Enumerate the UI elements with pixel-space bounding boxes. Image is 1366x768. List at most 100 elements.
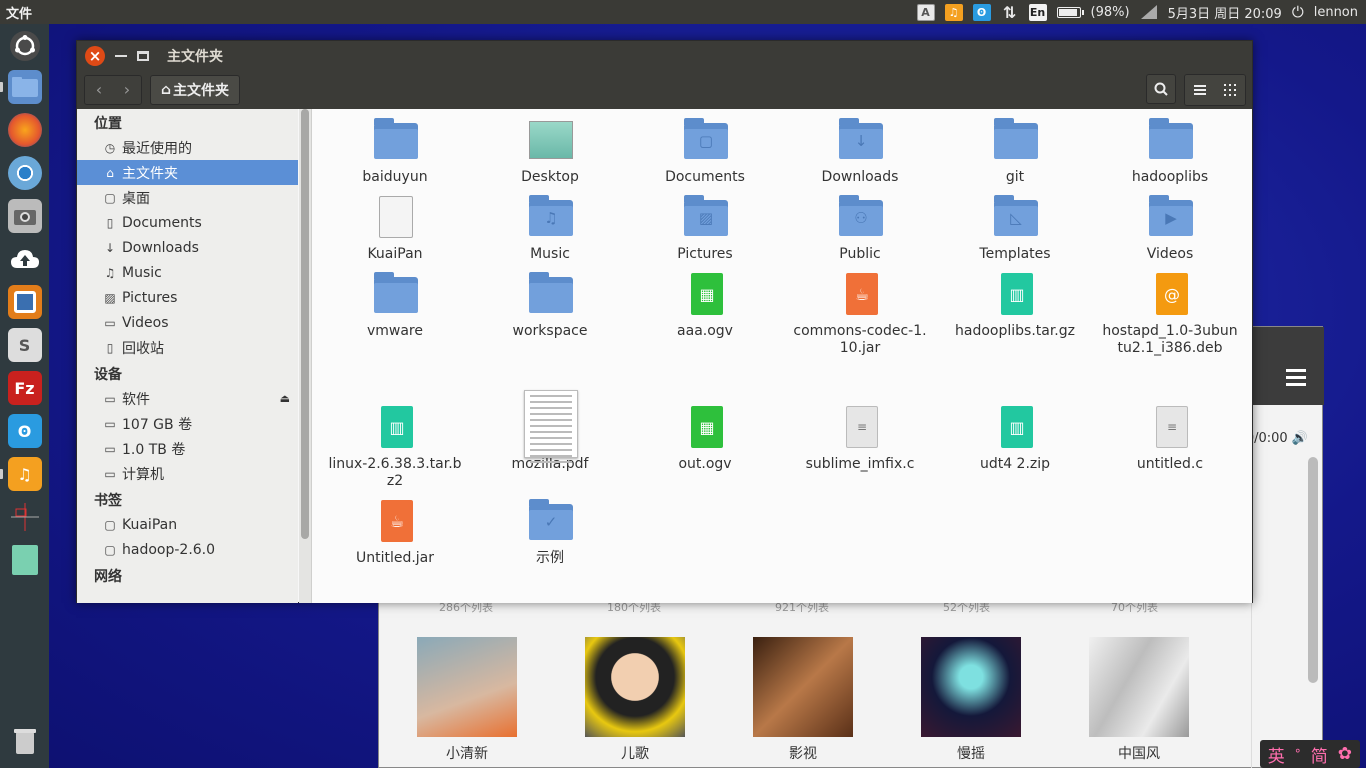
battery-percent[interactable]: (98%) [1091,5,1130,20]
ime-charset[interactable]: 简 [1311,742,1328,767]
file-item[interactable]: ≡ sublime_imfix.c [790,404,930,473]
music-indicator-icon[interactable]: ♫ [944,3,963,21]
list-view-icon[interactable] [1185,74,1215,105]
ime-lang[interactable]: 英 [1268,742,1285,767]
kuaipan-indicator-icon[interactable]: ʘ [972,3,991,21]
sidebar-section-title: 位置 [94,116,122,132]
file-grid: baiduyun Desktop ▢ Documents ↓ Downloads git ha… [312,109,1252,603]
title-bar[interactable]: × 主文件夹 [77,41,1252,70]
kuaipan-icon[interactable]: ʘ [7,414,42,448]
category-item[interactable]: 影视 [753,637,921,763]
file-item[interactable]: ⚇ Public [790,194,930,263]
sidebar-item[interactable]: ▭ 1.0 TB 卷 [77,436,298,461]
category-item[interactable]: 儿歌 [585,637,753,763]
sidebar-item[interactable]: ▨ Pictures [77,285,298,310]
file-item[interactable]: ▥ hadooplibs.tar.gz [945,271,1085,340]
file-item[interactable]: baiduyun [325,117,465,186]
file-name: aaa.ogv [677,323,733,339]
sidebar-item[interactable]: ◷ 最近使用的 [77,135,298,160]
grid-view-icon[interactable] [1215,74,1245,105]
sidebar-item-icon: ▢ [104,517,116,532]
file-item[interactable]: ✓ 示例 [480,498,620,567]
close-icon[interactable]: × [85,45,105,66]
file-item[interactable]: ▢ Documents [635,117,775,186]
file-name: Documents [665,169,745,185]
sidebar-item[interactable]: ▯ 回收站 [77,335,298,360]
sidebar-item[interactable]: ▯ Documents [77,210,298,235]
back-icon[interactable]: ‹ [85,75,113,104]
sidebar-item[interactable]: ▭ 软件 ⏏ [77,386,298,411]
chromium-icon[interactable] [7,156,42,190]
sidebar-item-icon: ▢ [104,190,116,205]
sidebar-item[interactable]: ▢ hadoop-2.6.0 [77,537,298,562]
maximize-icon[interactable] [137,50,149,61]
file-item[interactable]: ▥ udt4 2.zip [945,404,1085,473]
file-item[interactable]: ↓ Downloads [790,117,930,186]
minimize-icon[interactable] [115,54,127,57]
battery-icon[interactable] [1056,3,1084,21]
file-item[interactable]: ☕ commons-codec-1.10.jar [790,271,930,357]
signal-icon[interactable] [1140,3,1158,21]
file-item[interactable]: ◺ Templates [945,194,1085,263]
cloud-icon[interactable] [8,242,42,276]
file-item[interactable]: git [945,117,1085,186]
settings-icon[interactable]: ✿ [1338,744,1352,764]
file-item[interactable]: ☕ Untitled.jar [325,498,465,567]
sidebar-item[interactable]: ♫ Music [77,260,298,285]
sidebar-scrollbar[interactable] [299,109,311,603]
sidebar-scrollbar-thumb[interactable] [301,109,309,539]
music-icon[interactable]: ♫ [0,457,42,491]
path-home-button[interactable]: ⌂ 主文件夹 [150,74,241,105]
file-item[interactable]: @ hostapd_1.0-3ubuntu2.1_i386.deb [1100,271,1240,357]
sidebar-item[interactable]: ⌂ 主文件夹 [77,160,298,185]
datetime[interactable]: 5月3日 周日 20:09 [1168,3,1282,22]
document-icon[interactable] [8,543,42,577]
category-item[interactable]: 慢摇 [921,637,1089,763]
file-item[interactable]: hadooplibs [1100,117,1240,186]
file-item[interactable]: ▨ Pictures [635,194,775,263]
trash-icon[interactable] [8,724,42,758]
power-icon[interactable]: ⏻ [1292,3,1304,21]
firefox-icon[interactable] [7,113,42,147]
file-item[interactable]: ▥ linux-2.6.38.3.tar.bz2 [325,404,465,490]
menu-icon[interactable] [1286,369,1306,390]
file-item[interactable]: ▦ out.ogv [635,404,775,473]
user-name[interactable]: lennon [1314,5,1358,20]
forward-icon[interactable]: › [113,75,141,104]
category-item[interactable]: 中国风 [1089,637,1257,763]
sidebar-item[interactable]: ▢ KuaiPan [77,512,298,537]
gimp-icon[interactable] [8,500,42,534]
file-item[interactable]: Desktop [480,117,620,186]
file-item[interactable]: ▶ Videos [1100,194,1240,263]
file-item[interactable]: ♫ Music [480,194,620,263]
virtualbox-icon[interactable] [7,285,42,319]
file-item[interactable]: mozilla.pdf [480,390,620,473]
app-menu-file[interactable]: 文件 [0,3,32,22]
file-item[interactable]: ▦ aaa.ogv [635,271,775,340]
eject-icon[interactable]: ⏏ [280,392,290,405]
sidebar-item[interactable]: ▭ 107 GB 卷 [77,411,298,436]
filezilla-icon[interactable]: Fz [7,371,42,405]
search-icon[interactable] [1146,73,1176,104]
network-icon[interactable]: ⇅ [1001,3,1019,22]
camera-icon[interactable] [7,199,42,233]
ime-status-bar[interactable]: 英 ° 简 ✿ [1259,740,1360,768]
dash-icon[interactable] [9,31,40,61]
file-manager-window[interactable]: × 主文件夹 ‹ › ⌂ 主文件夹 位置 ◷ 最近使用的 ⌂ 主文件夹 ▢ 桌面 ▯ Docum… [76,40,1253,603]
keyboard-indicator-icon[interactable]: A [916,3,935,21]
sublime-icon[interactable]: S [7,328,42,362]
language-indicator[interactable]: En [1028,3,1047,21]
sidebar-item[interactable]: ▢ 桌面 [77,185,298,210]
sidebar-item[interactable]: ↓ Downloads [77,235,298,260]
sidebar-item[interactable]: ▭ Videos [77,310,298,335]
ime-punct[interactable]: ° [1295,747,1301,761]
sidebar-item[interactable]: ▭ 计算机 [77,461,298,486]
file-item[interactable]: vmware [325,271,465,340]
file-item[interactable]: ≡ untitled.c [1100,404,1240,473]
files-icon[interactable] [0,70,42,104]
scrollbar[interactable] [1308,457,1318,683]
file-item[interactable]: workspace [480,271,620,340]
category-item[interactable]: 小清新 [417,637,585,763]
volume-icon[interactable]: 🔊 [1292,431,1308,446]
file-item[interactable]: KuaiPan [325,194,465,263]
